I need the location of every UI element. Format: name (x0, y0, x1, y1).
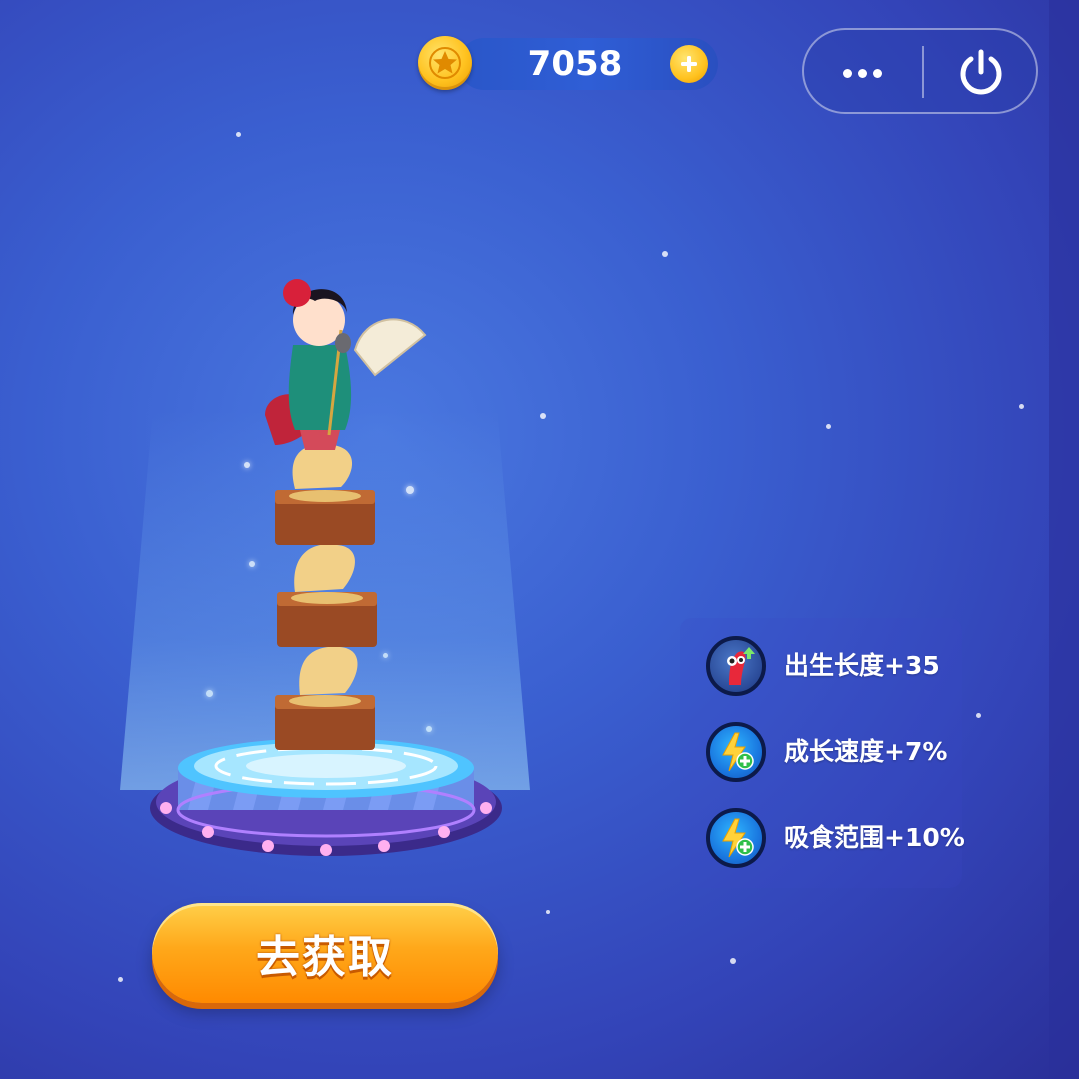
buff-item-suck-range: 吸食范围+10% (706, 808, 986, 872)
buff-label: 成长速度+7% (784, 737, 948, 766)
dancer-figure (265, 279, 427, 450)
buff-label: 出生长度+35 (784, 651, 940, 680)
get-skin-button[interactable]: 去获取 (152, 903, 498, 1003)
mini-program-capsule (802, 28, 1038, 114)
skin-character (265, 279, 427, 750)
gold-coin-icon (418, 36, 472, 90)
buff-item-birth-length: 出生长度+35 (706, 636, 986, 700)
buff-item-growth-speed: 成长速度+7% (706, 722, 986, 786)
gramophone-stack (275, 444, 377, 750)
coin-amount: 7058 (527, 44, 623, 84)
more-button[interactable] (804, 30, 920, 114)
lightning-plus-icon (706, 808, 766, 868)
lightning-plus-icon (706, 722, 766, 782)
get-skin-button-label: 去获取 (256, 932, 394, 983)
buff-label: 吸食范围+10% (784, 823, 965, 852)
close-button[interactable] (924, 30, 1038, 114)
plus-icon (681, 56, 697, 72)
right-edge-strip (1049, 0, 1079, 1079)
add-coins-button[interactable] (670, 45, 708, 83)
power-icon (960, 49, 1002, 95)
more-dots-icon (840, 63, 885, 82)
worm-length-icon (706, 636, 766, 696)
